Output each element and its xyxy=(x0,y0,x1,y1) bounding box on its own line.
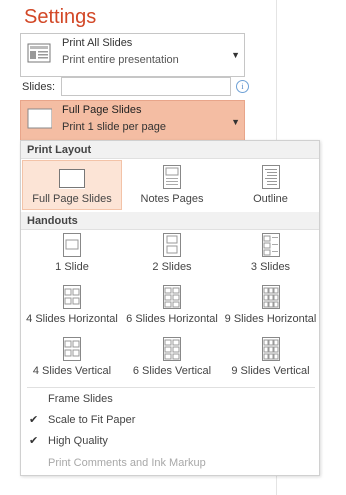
print-layout-dropdown[interactable]: Full Page Slides Print 1 slide per page … xyxy=(20,100,245,141)
option-scale-to-fit-paper[interactable]: ✔ Scale to Fit Paper xyxy=(21,410,319,430)
layout-option-full-page-slides[interactable]: Full Page Slides xyxy=(22,160,122,210)
handout-3-slides-icon xyxy=(261,233,280,257)
handout-option-9-horizontal[interactable]: 9 Slides Horizontal xyxy=(222,285,319,333)
full-page-slides-icon xyxy=(59,169,85,189)
handout-1-slide-icon xyxy=(63,233,81,257)
handout-option-label: 3 Slides xyxy=(250,261,291,273)
info-icon[interactable]: i xyxy=(236,80,249,93)
print-what-title: Print All Slides xyxy=(62,37,133,49)
print-layout-title: Full Page Slides xyxy=(62,104,142,116)
handout-option-9-vertical[interactable]: 9 Slides Vertical xyxy=(222,337,319,385)
handout-option-label: 9 Slides Horizontal xyxy=(224,313,317,325)
option-label: Scale to Fit Paper xyxy=(48,414,136,426)
page-title: Settings xyxy=(24,6,97,28)
slides-label: Slides: xyxy=(22,81,56,93)
outline-icon xyxy=(261,165,280,189)
menu-divider xyxy=(27,387,315,388)
handout-option-6-vertical[interactable]: 6 Slides Vertical xyxy=(122,337,222,385)
print-layout-header: Print Layout xyxy=(21,141,319,159)
handout-2-slides-icon xyxy=(163,233,181,257)
handout-6-horizontal-icon xyxy=(163,285,181,309)
print-what-dropdown[interactable]: Print All Slides Print entire presentati… xyxy=(20,33,245,77)
option-label: Print Comments and Ink Markup xyxy=(48,457,206,469)
handout-option-3-slides[interactable]: 3 Slides xyxy=(222,233,319,281)
layout-option-label: Outline xyxy=(253,193,288,205)
handout-option-4-horizontal[interactable]: 4 Slides Horizontal xyxy=(22,285,122,333)
notes-pages-icon xyxy=(163,165,181,189)
slides-input[interactable] xyxy=(61,77,231,96)
print-layout-subtitle: Print 1 slide per page xyxy=(62,121,166,133)
handout-option-1-slide[interactable]: 1 Slide xyxy=(22,233,122,281)
handout-option-label: 6 Slides Horizontal xyxy=(126,313,218,325)
full-page-slide-icon xyxy=(27,108,52,129)
handout-option-label: 2 Slides xyxy=(152,261,192,273)
handout-9-vertical-icon xyxy=(261,337,280,361)
print-layout-menu: Print Layout Full Page Slides Notes Page… xyxy=(20,140,320,476)
handout-option-2-slides[interactable]: 2 Slides xyxy=(122,233,222,281)
handout-4-horizontal-icon xyxy=(63,285,81,309)
option-label: Frame Slides xyxy=(48,393,113,405)
layout-option-notes-pages[interactable]: Notes Pages xyxy=(122,160,222,210)
checkmark-icon: ✔ xyxy=(29,435,39,447)
handout-option-label: 4 Slides Horizontal xyxy=(26,313,118,325)
handout-option-label: 1 Slide xyxy=(55,261,89,273)
chevron-down-icon[interactable]: ▼ xyxy=(231,50,240,60)
layout-option-label: Notes Pages xyxy=(140,193,204,205)
option-print-comments: Print Comments and Ink Markup xyxy=(21,453,319,473)
option-high-quality[interactable]: ✔ High Quality xyxy=(21,431,319,451)
handout-option-label: 6 Slides Vertical xyxy=(132,365,212,377)
handouts-header: Handouts xyxy=(21,212,319,230)
handout-4-vertical-icon xyxy=(63,337,81,361)
layout-option-outline[interactable]: Outline xyxy=(222,160,319,210)
handout-option-4-vertical[interactable]: 4 Slides Vertical xyxy=(22,337,122,385)
checkmark-icon: ✔ xyxy=(29,414,39,426)
print-all-slides-icon xyxy=(27,43,51,63)
option-label: High Quality xyxy=(48,435,108,447)
option-frame-slides[interactable]: Frame Slides xyxy=(21,389,319,409)
handout-6-vertical-icon xyxy=(163,337,181,361)
handout-option-label: 4 Slides Vertical xyxy=(32,365,112,377)
print-what-subtitle: Print entire presentation xyxy=(62,54,179,66)
chevron-down-icon[interactable]: ▼ xyxy=(231,117,240,127)
handout-option-6-horizontal[interactable]: 6 Slides Horizontal xyxy=(122,285,222,333)
handout-9-horizontal-icon xyxy=(261,285,280,309)
handout-option-label: 9 Slides Vertical xyxy=(231,365,310,377)
layout-option-label: Full Page Slides xyxy=(32,193,112,205)
